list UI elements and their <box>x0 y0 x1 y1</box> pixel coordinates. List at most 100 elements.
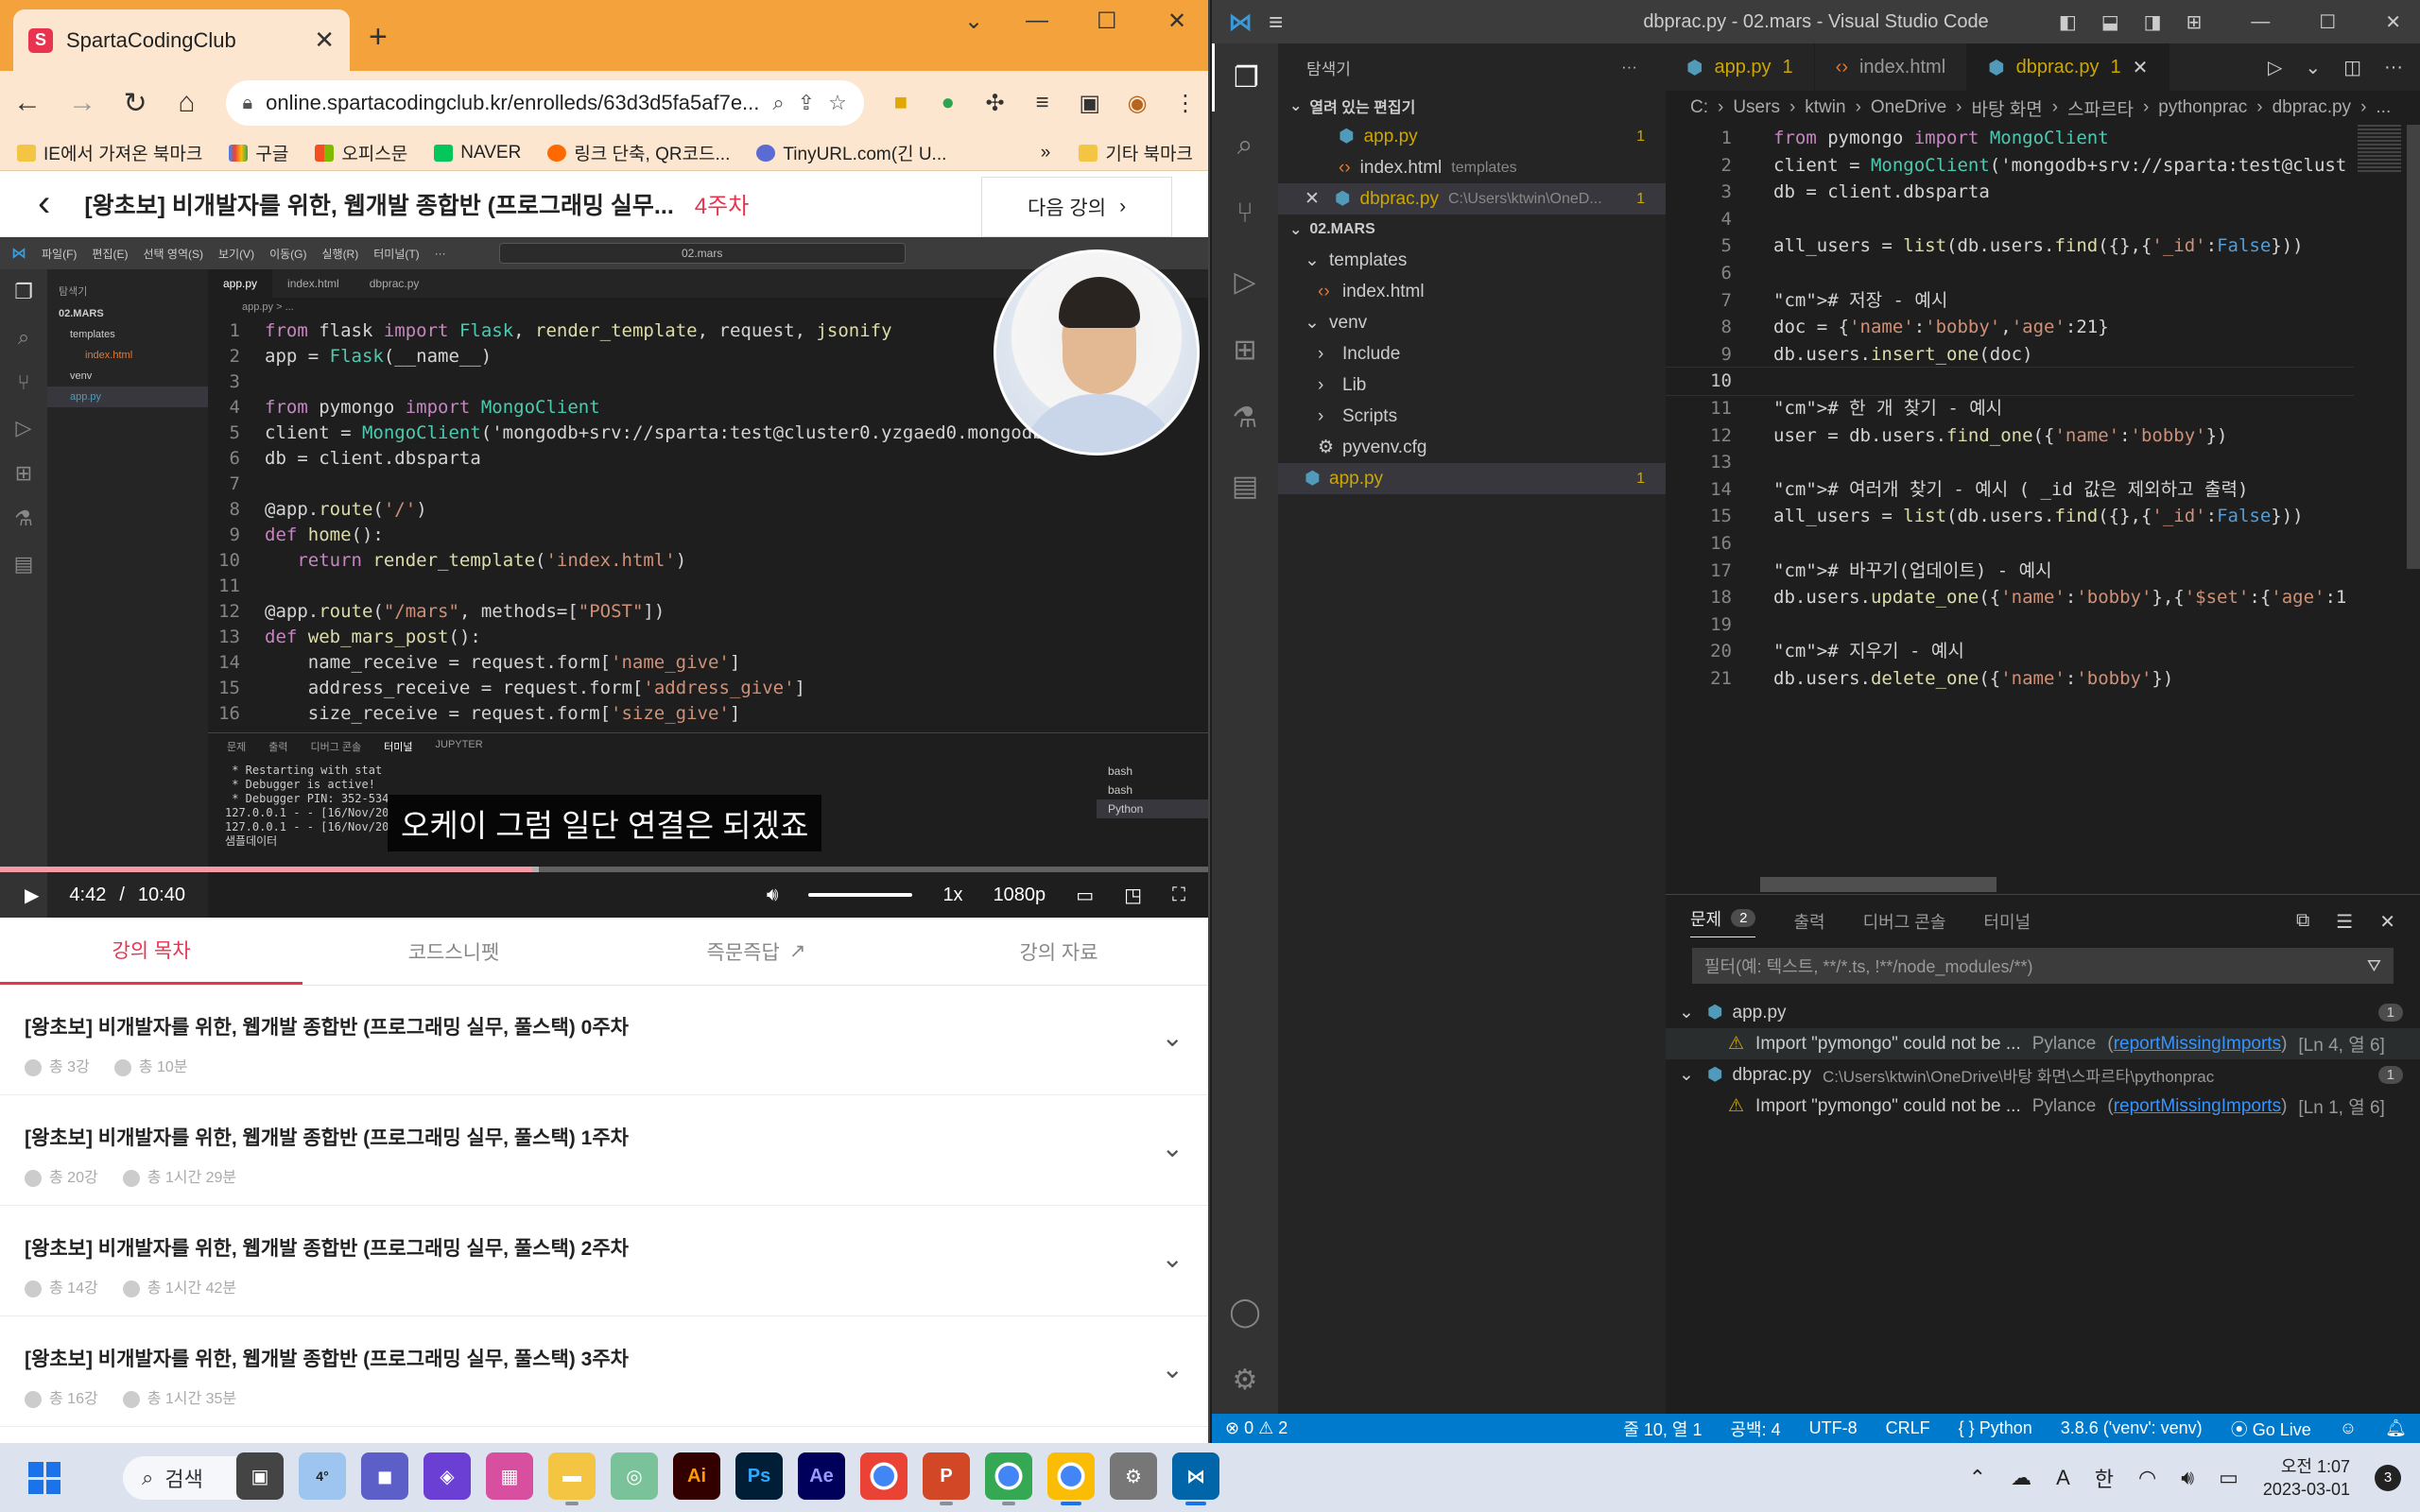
close-tab-icon[interactable]: ✕ <box>2133 56 2149 79</box>
address-bar[interactable]: 🔒︎ online.spartacodingclub.kr/enrolleds/… <box>225 80 864 126</box>
chevron-down-icon[interactable]: ⌄ <box>1162 1022 1184 1053</box>
notifications-bell-icon[interactable]: 🔔︎ <box>2385 1418 2407 1438</box>
open-editor-item[interactable]: ✕ ⬢ dbprac.py C:\Users\ktwin\OneD... 1 <box>1278 183 1666 215</box>
code-editor[interactable]: 1 from pymongo import MongoClient 2 client … <box>1666 125 2420 881</box>
tree-item[interactable]: ‹› index.html <box>1278 276 1666 307</box>
tab-app-py[interactable]: ⬢ app.py 1 <box>1666 43 1815 91</box>
tree-item[interactable]: ⬢ app.py 1 <box>1278 463 1666 494</box>
breadcrumb-item[interactable]: OneDrive <box>1871 97 1946 118</box>
maximize-button[interactable]: ☐ <box>1097 8 1117 35</box>
breadcrumb-item[interactable]: pythonprac <box>2158 97 2247 118</box>
tab-index-html[interactable]: ‹› index.html <box>1815 43 1968 91</box>
ime-mode[interactable]: A <box>2056 1466 2070 1490</box>
code-line[interactable]: 9 db.users.insert_one(doc) <box>1666 341 2420 369</box>
tab-curriculum[interactable]: 강의 목차 <box>0 918 302 985</box>
zoom-search-icon[interactable]: ⌕ <box>772 91 784 115</box>
share-icon[interactable]: ⇪ <box>798 91 815 115</box>
problem-item[interactable]: ⚠ Import "pymongo" could not be ... Pylanc… <box>1666 1028 2420 1059</box>
breadcrumb-item[interactable]: dbprac.py <box>2273 97 2351 118</box>
home-icon[interactable]: ⌂ <box>174 87 199 119</box>
illustrator-icon[interactable]: Ai <box>673 1452 720 1500</box>
code-line[interactable]: 3 db = client.dbsparta <box>1666 179 2420 206</box>
chevron-down-icon[interactable]: ⌄ <box>1162 1353 1184 1384</box>
source-control-icon[interactable]: ⑂ <box>1212 180 1278 248</box>
close-panel-icon[interactable]: ✕ <box>2379 910 2395 934</box>
week-item[interactable]: [왕초보] 비개발자를 위한, 웹개발 종합반 (프로그래밍 실무, 풀스택) … <box>0 986 1208 1095</box>
explorer-icon[interactable]: ❐ <box>1212 43 1278 112</box>
notebook-icon[interactable]: ▤ <box>1212 452 1278 520</box>
tab-search-chevron-icon[interactable]: ⌄ <box>964 8 983 35</box>
settings-gear-icon[interactable]: ⚙ <box>1212 1346 1278 1414</box>
chrome-menu-icon[interactable]: ⋮ <box>1174 90 1197 117</box>
minimize-button[interactable]: — <box>2251 11 2270 33</box>
run-debug-icon[interactable]: ▷ <box>1212 248 1278 316</box>
encoding[interactable]: UTF-8 <box>1809 1418 1858 1438</box>
tree-item[interactable]: ⌄ venv <box>1278 307 1666 338</box>
battery-icon[interactable]: ▭ <box>2219 1466 2238 1490</box>
code-line[interactable]: 2 client = MongoClient('mongodb+srv://spa… <box>1666 152 2420 180</box>
tab-output[interactable]: 출력 <box>1793 909 1824 934</box>
toggle-secondary-sidebar-icon[interactable]: ◨ <box>2144 10 2162 34</box>
extension-yellow-icon[interactable]: ■ <box>890 90 911 116</box>
file-explorer-icon[interactable]: ▬ <box>548 1452 596 1505</box>
chevron-down-icon[interactable]: ⌄ <box>1162 1243 1184 1274</box>
breadcrumb-item[interactable]: Users <box>1733 97 1780 118</box>
code-line[interactable]: 18 db.users.update_one({'name':'bobby'},{… <box>1666 584 2420 611</box>
new-tab-button[interactable]: + <box>369 19 388 56</box>
run-file-icon[interactable]: ▷ <box>2268 56 2282 79</box>
toggle-sidebar-icon[interactable]: ◧ <box>2059 10 2077 34</box>
url-text[interactable]: online.spartacodingclub.kr/enrolleds/63d… <box>266 91 759 115</box>
close-tab-icon[interactable]: ✕ <box>314 26 335 55</box>
week-item[interactable]: [왕초보] 비개발자를 위한, 웹개발 종합반 (프로그래밍 실무, 풀스택) … <box>0 1207 1208 1316</box>
problems-status[interactable]: ⊗ 0 ⚠ 2 <box>1225 1418 1288 1438</box>
bookmark-naver[interactable]: NAVER <box>434 143 521 163</box>
code-line[interactable]: 8 doc = {'name':'bobby','age':21} <box>1666 314 2420 341</box>
volume-icon[interactable]: 🔊︎ <box>2181 1466 2194 1490</box>
code-line[interactable]: 13 <box>1666 449 2420 476</box>
end-of-line[interactable]: CRLF <box>1886 1418 1930 1438</box>
collapse-all-icon[interactable]: ⧉ <box>2296 910 2309 934</box>
fullscreen-icon[interactable]: ⛶ <box>1172 885 1185 906</box>
notification-badge[interactable]: 3 <box>2375 1464 2401 1491</box>
open-editors-section[interactable]: ⌄ 열려 있는 편집기 <box>1278 91 1666 121</box>
open-editor-item[interactable]: ⬢ app.py 1 <box>1278 121 1666 152</box>
feedback-icon[interactable]: ☺ <box>2340 1418 2357 1438</box>
breadcrumb-item[interactable]: ktwin <box>1805 97 1845 118</box>
breadcrumb-item[interactable]: 바탕 화면 <box>1971 95 2042 121</box>
chrome-icon[interactable] <box>860 1452 908 1500</box>
week-item[interactable]: [왕초보] 비개발자를 위한, 웹개발 종합반 (프로그래밍 실무, 풀스택) … <box>0 1096 1208 1206</box>
problem-file-row[interactable]: ⌄ ⬢ app.py 1 <box>1666 997 2420 1028</box>
weather-widget[interactable]: 4° <box>299 1452 346 1500</box>
code-line[interactable]: 15 all_users = list(db.users.find({},{'_i… <box>1666 503 2420 530</box>
tab-code-snippet[interactable]: 코드스니펫 <box>302 918 605 985</box>
back-arrow-icon[interactable]: ← <box>13 87 42 119</box>
ime-korean[interactable]: 한 <box>2095 1463 2114 1493</box>
code-line[interactable]: 16 <box>1666 530 2420 558</box>
more-actions-icon[interactable]: ··· <box>2384 57 2403 78</box>
code-line[interactable]: 19 <box>1666 611 2420 639</box>
horizontal-scrollbar[interactable] <box>1760 877 1996 892</box>
accounts-icon[interactable]: ◯ <box>1212 1278 1278 1346</box>
code-line[interactable]: 1 from pymongo import MongoClient <box>1666 125 2420 152</box>
view-as-list-icon[interactable]: ☰ <box>2336 910 2353 934</box>
chrome-profile-icon[interactable] <box>985 1452 1032 1505</box>
run-options-chevron-icon[interactable]: ⌄ <box>2305 56 2321 79</box>
maximize-button[interactable]: ☐ <box>2319 10 2336 34</box>
cursor-position[interactable]: 줄 10, 열 1 <box>1623 1417 1702 1441</box>
breadcrumb-item[interactable]: ... <box>2376 97 2391 118</box>
tab-materials[interactable]: 강의 자료 <box>908 918 1208 985</box>
after-effects-icon[interactable]: Ae <box>798 1452 845 1500</box>
playback-speed[interactable]: 1x <box>942 885 962 906</box>
lock-icon[interactable]: 🔒︎ <box>243 93 253 114</box>
close-window-button[interactable]: ✕ <box>2385 10 2401 34</box>
python-interpreter[interactable]: 3.8.6 ('venv': venv) <box>2061 1418 2203 1438</box>
powerpoint-icon[interactable]: P <box>923 1452 970 1505</box>
extensions-icon[interactable]: ⊞ <box>1212 316 1278 384</box>
photoshop-icon[interactable]: Ps <box>735 1452 783 1500</box>
photos-icon[interactable]: ▦ <box>486 1452 533 1500</box>
code-line[interactable]: 21 db.users.delete_one({'name':'bobby'}) <box>1666 665 2420 693</box>
bookmark-google[interactable]: 구글 <box>229 140 288 165</box>
evernote-icon[interactable]: ● <box>938 90 959 116</box>
copilot-icon[interactable]: ◈ <box>424 1452 471 1500</box>
language-mode[interactable]: { } Python <box>1959 1418 2032 1438</box>
